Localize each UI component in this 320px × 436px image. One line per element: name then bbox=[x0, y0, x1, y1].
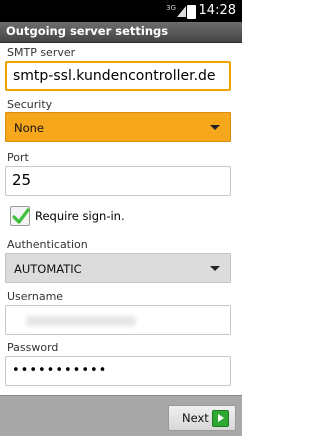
authentication-label: Authentication bbox=[7, 238, 88, 251]
require-signin-label: Require sign-in. bbox=[35, 209, 125, 223]
title-bar: Outgoing server settings bbox=[0, 22, 242, 43]
blurred-username bbox=[26, 316, 136, 326]
next-button-label: Next bbox=[182, 411, 209, 425]
username-label: Username bbox=[7, 290, 64, 303]
clock: 14:28 bbox=[198, 3, 236, 18]
port-label: Port bbox=[7, 151, 29, 164]
dropdown-arrow-icon bbox=[210, 266, 220, 271]
port-value: 25 bbox=[12, 171, 32, 189]
require-signin-checkbox[interactable] bbox=[10, 206, 30, 226]
smtp-server-value: smtp-ssl.kundencontroller.de bbox=[13, 68, 216, 84]
page-title: Outgoing server settings bbox=[6, 24, 169, 38]
security-value: None bbox=[14, 121, 45, 135]
battery-icon bbox=[187, 5, 196, 19]
next-arrow-icon bbox=[212, 410, 229, 427]
network-type-label: 3G bbox=[166, 4, 176, 12]
authentication-dropdown[interactable]: AUTOMATIC bbox=[5, 253, 231, 283]
smtp-server-input[interactable]: smtp-ssl.kundencontroller.de bbox=[5, 61, 231, 91]
password-input[interactable]: ••••••••••• bbox=[5, 356, 231, 386]
username-input[interactable] bbox=[5, 305, 231, 335]
authentication-value: AUTOMATIC bbox=[14, 262, 82, 276]
next-button[interactable]: Next bbox=[168, 405, 236, 431]
smtp-server-label: SMTP server bbox=[7, 46, 76, 59]
checkmark-icon bbox=[12, 208, 30, 224]
signal-icon bbox=[177, 6, 186, 17]
security-dropdown[interactable]: None bbox=[5, 112, 231, 142]
password-label: Password bbox=[7, 341, 59, 354]
status-bar: 3G 14:28 bbox=[0, 0, 242, 22]
security-label: Security bbox=[7, 98, 53, 111]
dropdown-arrow-icon bbox=[210, 125, 220, 130]
password-value: ••••••••••• bbox=[12, 363, 108, 378]
port-input[interactable]: 25 bbox=[5, 166, 231, 196]
